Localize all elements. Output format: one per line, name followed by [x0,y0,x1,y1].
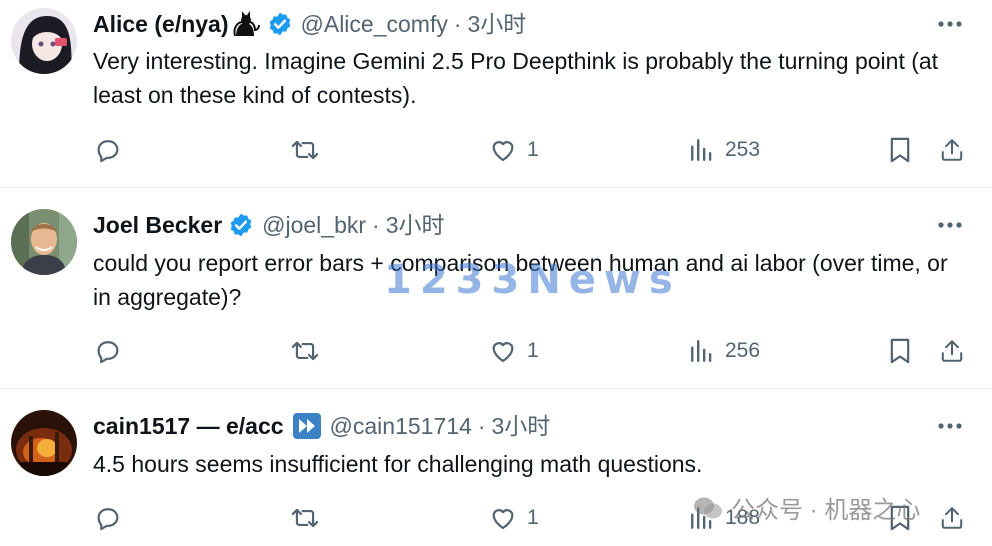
bookmark-icon [890,137,910,163]
repost-button[interactable] [290,501,320,535]
tweet-text: could you report error bars + comparison… [93,250,948,310]
repost-button[interactable] [290,133,320,167]
share-icon [941,507,963,529]
heart-icon [492,141,514,162]
bookmark-icon [890,505,910,531]
bookmark-button[interactable] [887,334,913,368]
like-count: 1 [527,339,539,362]
repost-button[interactable] [290,334,320,368]
timestamp[interactable]: 3小时 [468,7,527,41]
share-icon [941,340,963,362]
heart-icon [492,509,514,530]
reply-button[interactable] [94,501,122,535]
more-options-button[interactable] [936,10,964,38]
heart-icon [492,342,514,363]
like-button[interactable]: 1 [489,501,539,535]
reply-icon [97,140,119,163]
tweet-header: cain1517 — e/acc @cain151714 · 3小时 [93,409,550,443]
fast-forward-icon [292,412,322,440]
repost-icon [291,140,319,160]
black-cat-icon [231,10,261,38]
repost-icon [291,508,319,528]
display-name[interactable]: Alice (e/nya) [93,7,229,41]
analytics-icon [691,139,712,161]
user-handle[interactable]: @Alice_comfy [301,7,448,41]
analytics-icon [691,340,712,362]
verified-badge-icon[interactable] [228,212,254,238]
tweet-alice[interactable]: Alice (e/nya) @Alice_comfy · 3小时 Very in… [0,0,992,187]
tweet-cain[interactable]: cain1517 — e/acc @cain151714 · 3小时 4.5 h… [0,389,992,546]
repost-icon [291,341,319,361]
tweet-joel[interactable]: Joel Becker @joel_bkr · 3小时 could you re… [0,188,992,388]
analytics-icon [691,507,712,529]
view-count: 253 [725,138,761,161]
reply-button[interactable] [94,334,122,368]
timestamp[interactable]: 3小时 [386,208,445,242]
share-button[interactable] [939,501,965,535]
separator-dot: · [453,11,462,37]
like-button[interactable]: 1 [489,334,539,368]
separator-dot: · [477,413,486,439]
action-bar: 1 256 [0,334,992,368]
view-count: 256 [725,339,761,362]
more-options-button[interactable] [936,211,964,239]
views-button[interactable]: 188 [689,501,760,535]
bookmark-icon [890,338,910,364]
tweet-text: Very interesting. Imagine Gemini 2.5 Pro… [93,48,939,108]
bookmark-button[interactable] [887,133,913,167]
views-button[interactable]: 256 [689,334,760,368]
tweet-header: Alice (e/nya) @Alice_comfy · 3小时 [93,7,526,41]
user-handle[interactable]: @joel_bkr [262,208,366,242]
reply-button[interactable] [94,133,122,167]
reply-icon [97,508,119,531]
share-icon [941,139,963,161]
like-count: 1 [527,506,539,529]
share-button[interactable] [939,334,965,368]
more-options-button[interactable] [936,412,964,440]
action-bar: 1 253 [0,133,992,167]
reply-feed: Alice (e/nya) @Alice_comfy · 3小时 Very in… [0,0,992,546]
avatar[interactable] [11,8,77,74]
user-handle[interactable]: @cain151714 [330,409,472,443]
bookmark-button[interactable] [887,501,913,535]
avatar[interactable] [11,209,77,275]
views-button[interactable]: 253 [689,133,760,167]
avatar[interactable] [11,410,77,476]
share-button[interactable] [939,133,965,167]
like-button[interactable]: 1 [489,133,539,167]
tweet-header: Joel Becker @joel_bkr · 3小时 [93,208,445,242]
display-name[interactable]: Joel Becker [93,208,222,242]
tweet-text: 4.5 hours seems insufficient for challen… [93,451,703,477]
view-count: 188 [725,506,761,529]
verified-badge-icon[interactable] [267,11,293,37]
timestamp[interactable]: 3小时 [492,409,551,443]
reply-icon [97,341,119,364]
separator-dot: · [372,212,380,238]
action-bar: 1 188 [0,501,992,535]
like-count: 1 [527,138,539,161]
display-name[interactable]: cain1517 — e/acc [93,409,284,443]
